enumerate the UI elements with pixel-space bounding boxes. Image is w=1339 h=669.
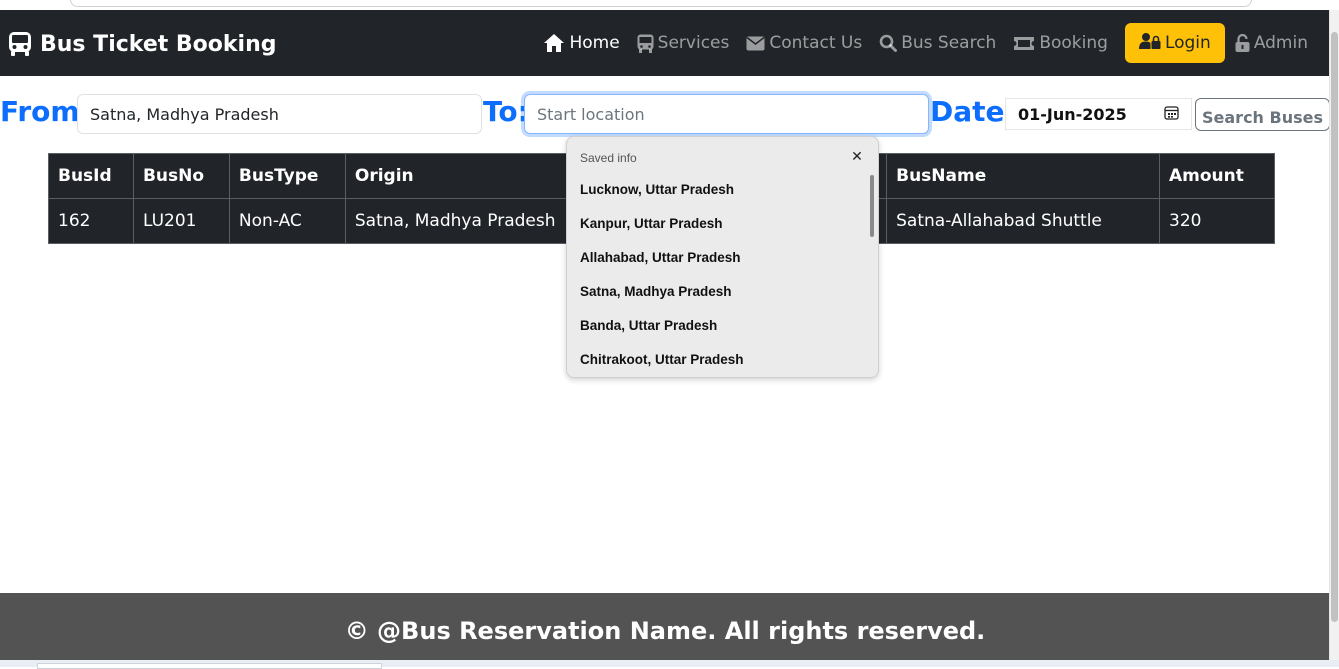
date-value: 01-Jun-2025 bbox=[1018, 104, 1127, 124]
col-header-origin: Origin bbox=[344, 153, 586, 199]
autofill-item[interactable]: Satna, Madhya Pradesh bbox=[567, 275, 872, 309]
col-header-amount: Amount bbox=[1159, 153, 1275, 199]
autofill-item[interactable]: Chitrakoot, Uttar Pradesh bbox=[567, 343, 872, 377]
autofill-item[interactable]: Banda, Uttar Pradesh bbox=[567, 309, 872, 343]
from-input[interactable]: Satna, Madhya Pradesh bbox=[77, 94, 482, 134]
autofill-dropdown: Saved info ✕ Lucknow, Uttar Pradesh Kanp… bbox=[566, 136, 879, 378]
autofill-item[interactable]: Allahabad, Uttar Pradesh bbox=[567, 241, 872, 275]
nav-home-label: Home bbox=[569, 33, 620, 53]
nav-admin-label: Admin bbox=[1253, 33, 1308, 53]
calendar-icon[interactable] bbox=[1164, 105, 1179, 124]
footer: © @Bus Reservation Name. All rights rese… bbox=[0, 593, 1330, 660]
date-input[interactable]: 01-Jun-2025 bbox=[1005, 98, 1192, 130]
cell-busname: Satna-Allahabad Shuttle bbox=[886, 198, 1160, 244]
col-header-bustype: BusType bbox=[228, 153, 346, 199]
ticket-icon bbox=[1013, 36, 1035, 51]
autofill-item[interactable]: Kanpur, Uttar Pradesh bbox=[567, 207, 872, 241]
nav-services[interactable]: Services bbox=[637, 33, 730, 53]
nav-contact-label: Contact Us bbox=[769, 33, 863, 53]
nav-contact[interactable]: Contact Us bbox=[746, 33, 862, 53]
col-header-busno: BusNo bbox=[132, 153, 230, 199]
search-form: From: Satna, Madhya Pradesh To: Start lo… bbox=[0, 92, 1330, 138]
nav-home[interactable]: Home bbox=[543, 33, 620, 53]
col-header-busid: BusId bbox=[48, 153, 134, 199]
unlock-icon bbox=[1235, 34, 1250, 52]
cell-busno: LU201 bbox=[132, 198, 230, 244]
nav-bus-search-label: Bus Search bbox=[901, 33, 997, 53]
col-header-busname: BusName bbox=[886, 153, 1160, 199]
autofill-list: Lucknow, Uttar Pradesh Kanpur, Uttar Pra… bbox=[567, 173, 872, 377]
browser-top-strip bbox=[0, 0, 1339, 10]
autofill-title: Saved info bbox=[580, 151, 637, 165]
status-segment bbox=[37, 663, 382, 669]
to-input[interactable]: Start location bbox=[524, 94, 929, 134]
page-scrollbar[interactable] bbox=[1329, 10, 1339, 660]
nav-booking-label: Booking bbox=[1039, 33, 1108, 53]
login-label: Login bbox=[1164, 33, 1211, 53]
autofill-scrollbar[interactable] bbox=[870, 175, 874, 237]
user-lock-icon bbox=[1138, 32, 1161, 55]
cell-amount: 320 bbox=[1159, 198, 1275, 244]
to-label: To: bbox=[483, 95, 529, 128]
nav-menu: Home Services Contact Us Bus Search Book… bbox=[543, 19, 1330, 67]
login-button[interactable]: Login bbox=[1124, 23, 1225, 63]
scrollbar-thumb[interactable] bbox=[1331, 32, 1338, 622]
home-icon bbox=[543, 33, 565, 53]
nav-bus-search[interactable]: Bus Search bbox=[879, 33, 996, 53]
search-icon bbox=[879, 34, 898, 52]
browser-address-bar[interactable] bbox=[70, 0, 1252, 7]
from-input-value: Satna, Madhya Pradesh bbox=[90, 104, 279, 124]
autofill-item[interactable]: Lucknow, Uttar Pradesh bbox=[567, 173, 872, 207]
cell-busid: 162 bbox=[48, 198, 134, 244]
search-buses-button[interactable]: Search Buses bbox=[1195, 98, 1330, 131]
nav-booking[interactable]: Booking bbox=[1013, 33, 1108, 53]
close-icon[interactable]: ✕ bbox=[849, 148, 865, 164]
envelope-icon bbox=[746, 36, 765, 51]
cell-origin: Satna, Madhya Pradesh bbox=[344, 198, 586, 244]
date-label: Date: bbox=[930, 95, 1016, 128]
to-input-placeholder: Start location bbox=[537, 104, 645, 124]
nav-services-label: Services bbox=[657, 33, 730, 53]
footer-text: © @Bus Reservation Name. All rights rese… bbox=[344, 616, 986, 645]
bus-icon bbox=[8, 31, 32, 57]
brand[interactable]: Bus Ticket Booking bbox=[8, 29, 277, 59]
bus-icon bbox=[637, 34, 654, 53]
cell-bustype: Non-AC bbox=[228, 198, 346, 244]
nav-admin[interactable]: Admin bbox=[1235, 33, 1308, 53]
brand-title: Bus Ticket Booking bbox=[40, 31, 277, 57]
browser-bottom-strip bbox=[0, 660, 1339, 669]
navbar: Bus Ticket Booking Home Services Contact… bbox=[0, 10, 1330, 76]
